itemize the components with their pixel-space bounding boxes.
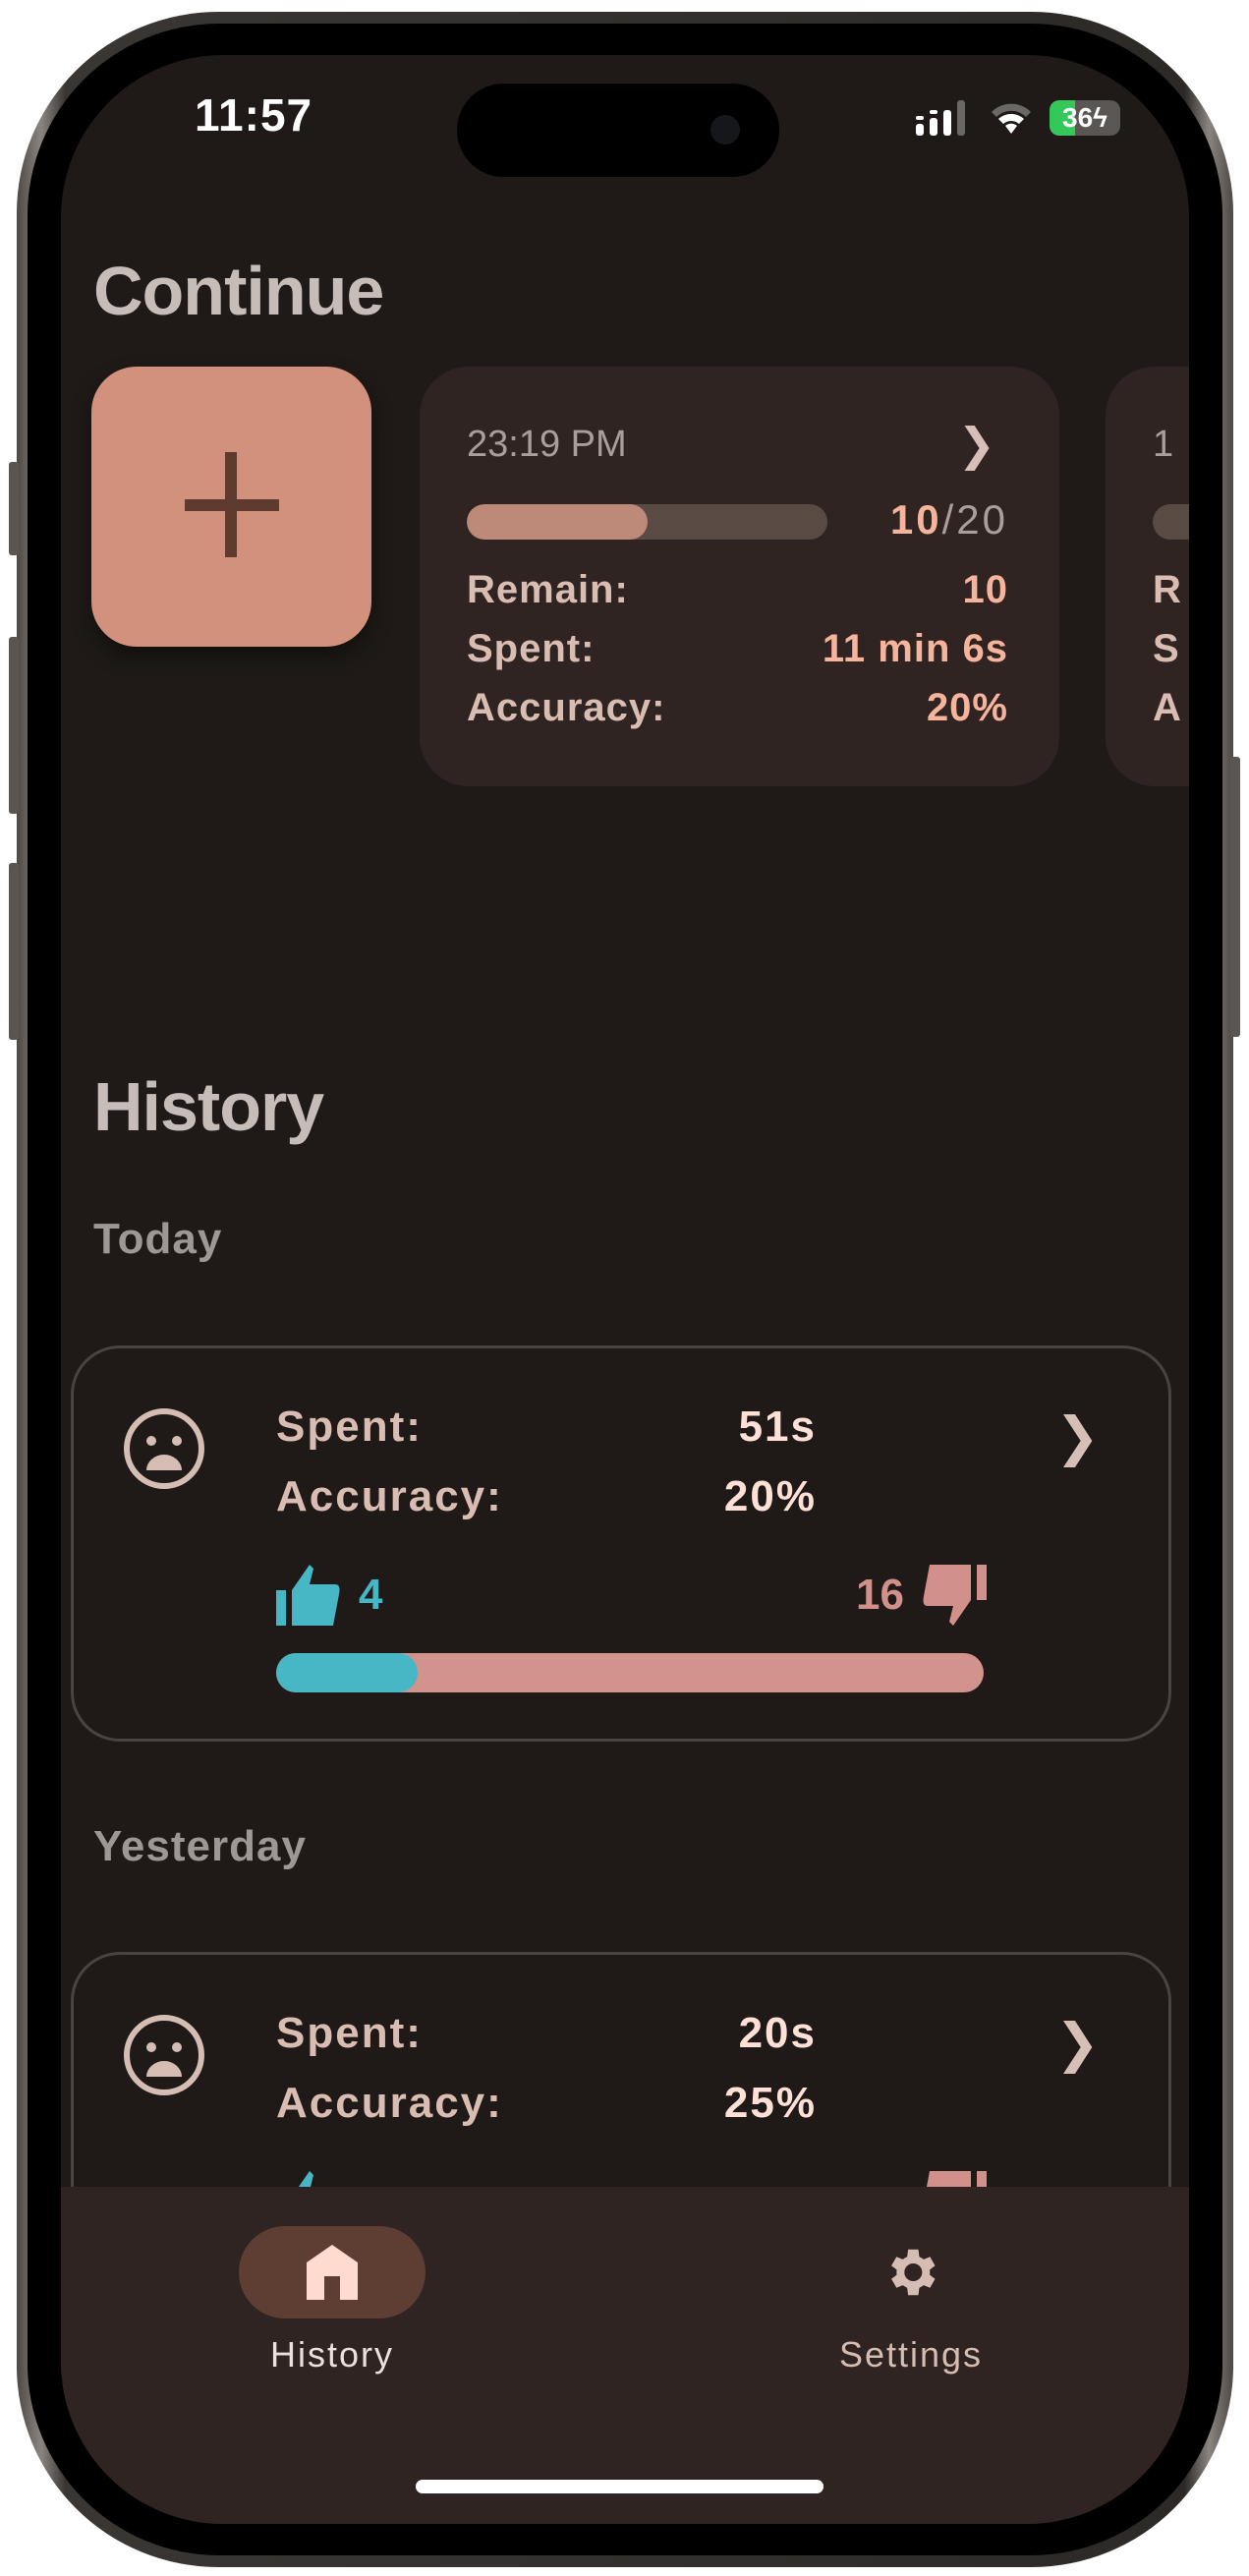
- chevron-right-icon: ❯: [1054, 2014, 1100, 2073]
- continue-title: Continue: [93, 253, 384, 329]
- home-icon: [307, 2245, 358, 2300]
- wrong-count: 16: [856, 1565, 987, 1626]
- volume-down-button: [9, 863, 19, 1040]
- session-card-partial[interactable]: 1 R S A: [1106, 367, 1189, 786]
- tab-label: Settings: [838, 2334, 984, 2375]
- status-icons: 36 ϟ: [914, 98, 1120, 138]
- tab-settings[interactable]: Settings: [783, 2226, 1039, 2376]
- accuracy-bar: [276, 1653, 984, 1692]
- accuracy-row: Accuracy: 20%: [467, 686, 1008, 729]
- home-indicator[interactable]: [416, 2480, 823, 2493]
- history-title: History: [93, 1068, 324, 1145]
- session-progress-bar: [467, 504, 827, 540]
- battery-icon: 36 ϟ: [1050, 100, 1120, 136]
- spent-row: Spent: 51s: [276, 1402, 817, 1451]
- tab-label: History: [269, 2334, 394, 2375]
- remain-row: Remain: 10: [467, 568, 1008, 611]
- accuracy-row: Accuracy: 25%: [276, 2079, 817, 2127]
- tab-active-indicator: [239, 2226, 426, 2318]
- group-label-yesterday: Yesterday: [93, 1822, 307, 1870]
- cellular-signal-icon: [916, 100, 965, 136]
- dynamic-island: [457, 84, 779, 177]
- charging-bolt-icon: ϟ: [1093, 102, 1107, 133]
- status-time: 11:57: [195, 89, 313, 141]
- sad-face-icon: [124, 2015, 204, 2095]
- group-label-today: Today: [93, 1215, 223, 1263]
- tab-history[interactable]: History: [204, 2226, 460, 2376]
- battery-percent: 36: [1062, 102, 1094, 133]
- spent-row: Spent: 11 min 6s: [467, 627, 1008, 670]
- session-card[interactable]: 23:19 PM ❯ 10/20 Remain: 10 Spent: 11 min …: [420, 367, 1059, 786]
- chevron-right-icon: ❯: [957, 419, 995, 470]
- history-entry[interactable]: Spent: 51s Accuracy: 20% ❯ 4 16: [71, 1345, 1171, 1742]
- accuracy-row: Accuracy: 20%: [276, 1472, 817, 1520]
- session-progress-count: 10/20: [889, 496, 1008, 543]
- volume-up-button: [9, 637, 19, 814]
- chevron-right-icon: ❯: [1054, 1407, 1100, 1466]
- camera-icon: [710, 115, 740, 144]
- action-button: [9, 462, 19, 555]
- thumbs-up-icon: [276, 1565, 340, 1626]
- wifi-icon: [992, 103, 1031, 134]
- session-time: 23:19 PM: [467, 424, 627, 465]
- new-session-button[interactable]: [91, 367, 371, 647]
- sad-face-icon: [124, 1408, 204, 1489]
- spent-row: Spent: 20s: [276, 2009, 817, 2057]
- power-button: [1230, 757, 1240, 1037]
- thumbs-down-icon: [923, 1565, 987, 1626]
- app-screen: 11:57 36 ϟ Continue 23:19 PM ❯ 10/20 Rema…: [61, 55, 1189, 2524]
- gear-icon: [891, 2249, 936, 2296]
- session-time: 1: [1153, 424, 1174, 465]
- tab-bar: History Settings: [61, 2187, 1189, 2524]
- session-progress-bar: [1153, 504, 1189, 540]
- correct-count: 4: [276, 1565, 382, 1626]
